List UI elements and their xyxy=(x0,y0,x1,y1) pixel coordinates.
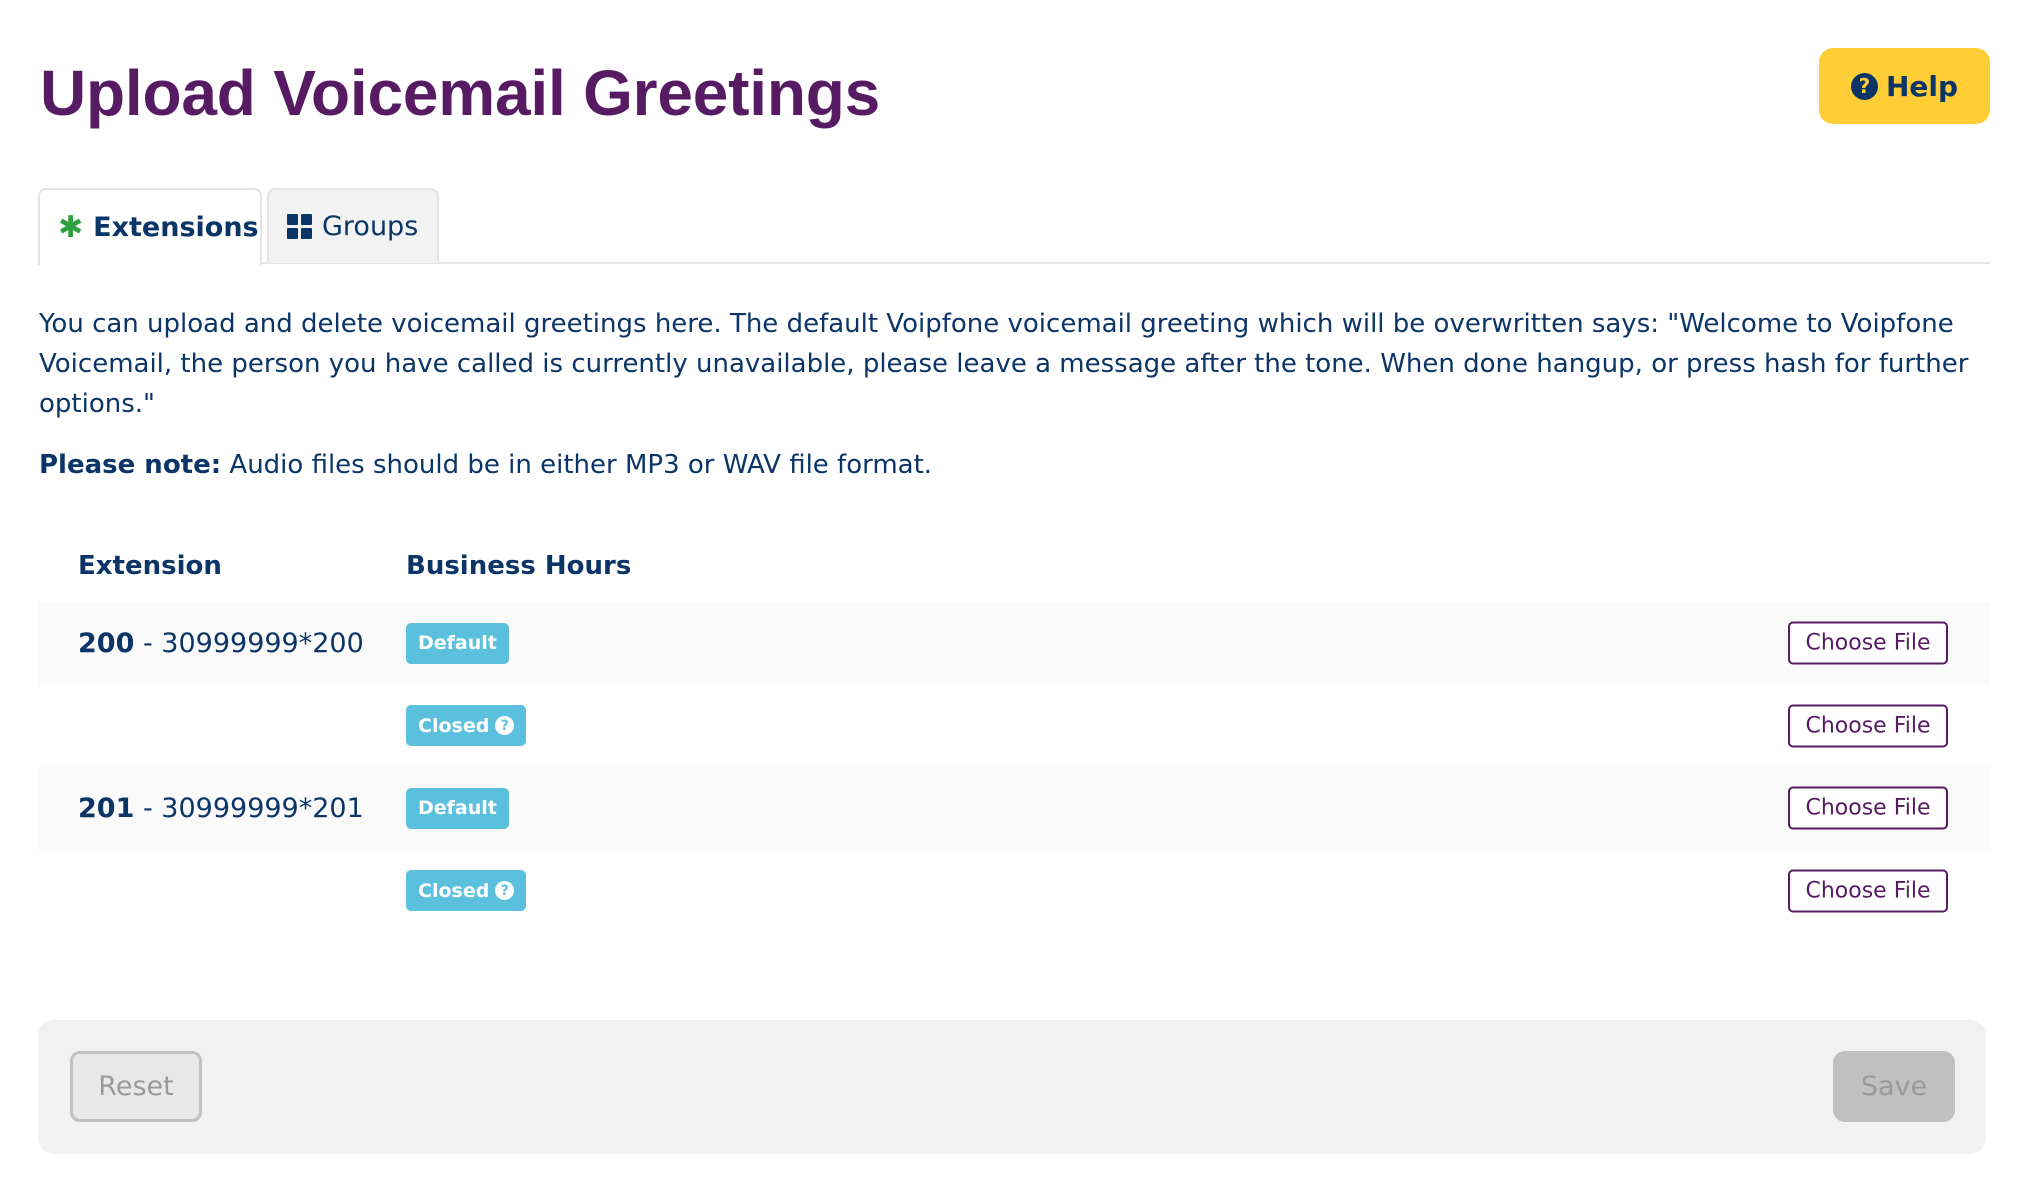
form-actions-bar: Reset Save xyxy=(38,1020,1986,1154)
table-row: 201 - 30999999*201 Default Choose File xyxy=(38,767,1990,850)
tab-extensions[interactable]: ✱ Extensions xyxy=(38,188,262,265)
extension-number: 200 xyxy=(78,627,135,659)
extension-cell: 201 - 30999999*201 xyxy=(38,793,406,824)
table-row: 200 - 30999999*200 Default Choose File xyxy=(38,602,1990,685)
badge-label: Default xyxy=(418,632,497,655)
choose-file-button[interactable]: Choose File xyxy=(1788,786,1948,830)
status-badge-closed: Closed? xyxy=(406,705,527,747)
choose-file-button[interactable]: Choose File xyxy=(1788,704,1948,748)
extension-cell: 200 - 30999999*200 xyxy=(38,628,406,659)
column-header-business-hours: Business Hours xyxy=(406,551,632,581)
separator: - xyxy=(134,627,162,659)
status-badge-closed: Closed? xyxy=(406,870,527,912)
choose-file-button[interactable]: Choose File xyxy=(1788,621,1948,665)
status-badge-default: Default xyxy=(406,787,509,829)
note-text: Audio files should be in either MP3 or W… xyxy=(221,450,933,480)
choose-file-button[interactable]: Choose File xyxy=(1788,869,1948,913)
intro-text: You can upload and delete voicemail gree… xyxy=(39,309,1969,419)
badge-label: Default xyxy=(418,797,497,820)
save-button[interactable]: Save xyxy=(1833,1051,1955,1122)
question-circle-icon: ? xyxy=(1850,72,1878,100)
status-badge-default: Default xyxy=(406,622,509,664)
badge-label: Closed xyxy=(418,879,490,902)
help-label: Help xyxy=(1885,69,1959,103)
column-header-extension: Extension xyxy=(78,551,222,581)
badge-label: Closed xyxy=(418,714,490,737)
note-label: Please note: xyxy=(39,450,222,480)
asterisk-icon: ✱ xyxy=(58,209,84,245)
reset-button[interactable]: Reset xyxy=(70,1051,202,1122)
table-row: Closed? Choose File xyxy=(38,685,1990,768)
extension-number: 201 xyxy=(78,792,135,824)
question-circle-icon[interactable]: ? xyxy=(495,881,515,901)
extension-full-number: 30999999*201 xyxy=(161,792,364,824)
tab-groups-label: Groups xyxy=(322,211,419,242)
grid-icon xyxy=(287,214,312,239)
tab-groups[interactable]: Groups xyxy=(267,188,439,263)
separator: - xyxy=(134,792,162,824)
tab-extensions-label: Extensions xyxy=(93,212,259,243)
page-title: Upload Voicemail Greetings xyxy=(40,57,881,129)
extension-full-number: 30999999*200 xyxy=(161,627,364,659)
question-circle-icon[interactable]: ? xyxy=(495,716,515,736)
tab-bar: ✱ Extensions Groups xyxy=(38,188,1990,265)
help-button[interactable]: ? Help xyxy=(1819,48,1990,124)
format-note: Please note: Audio files should be in ei… xyxy=(39,445,932,485)
table-header: Extension Business Hours xyxy=(38,530,1990,602)
greetings-table: Extension Business Hours 200 - 30999999*… xyxy=(38,530,1990,932)
table-row: Closed? Choose File xyxy=(38,850,1990,933)
